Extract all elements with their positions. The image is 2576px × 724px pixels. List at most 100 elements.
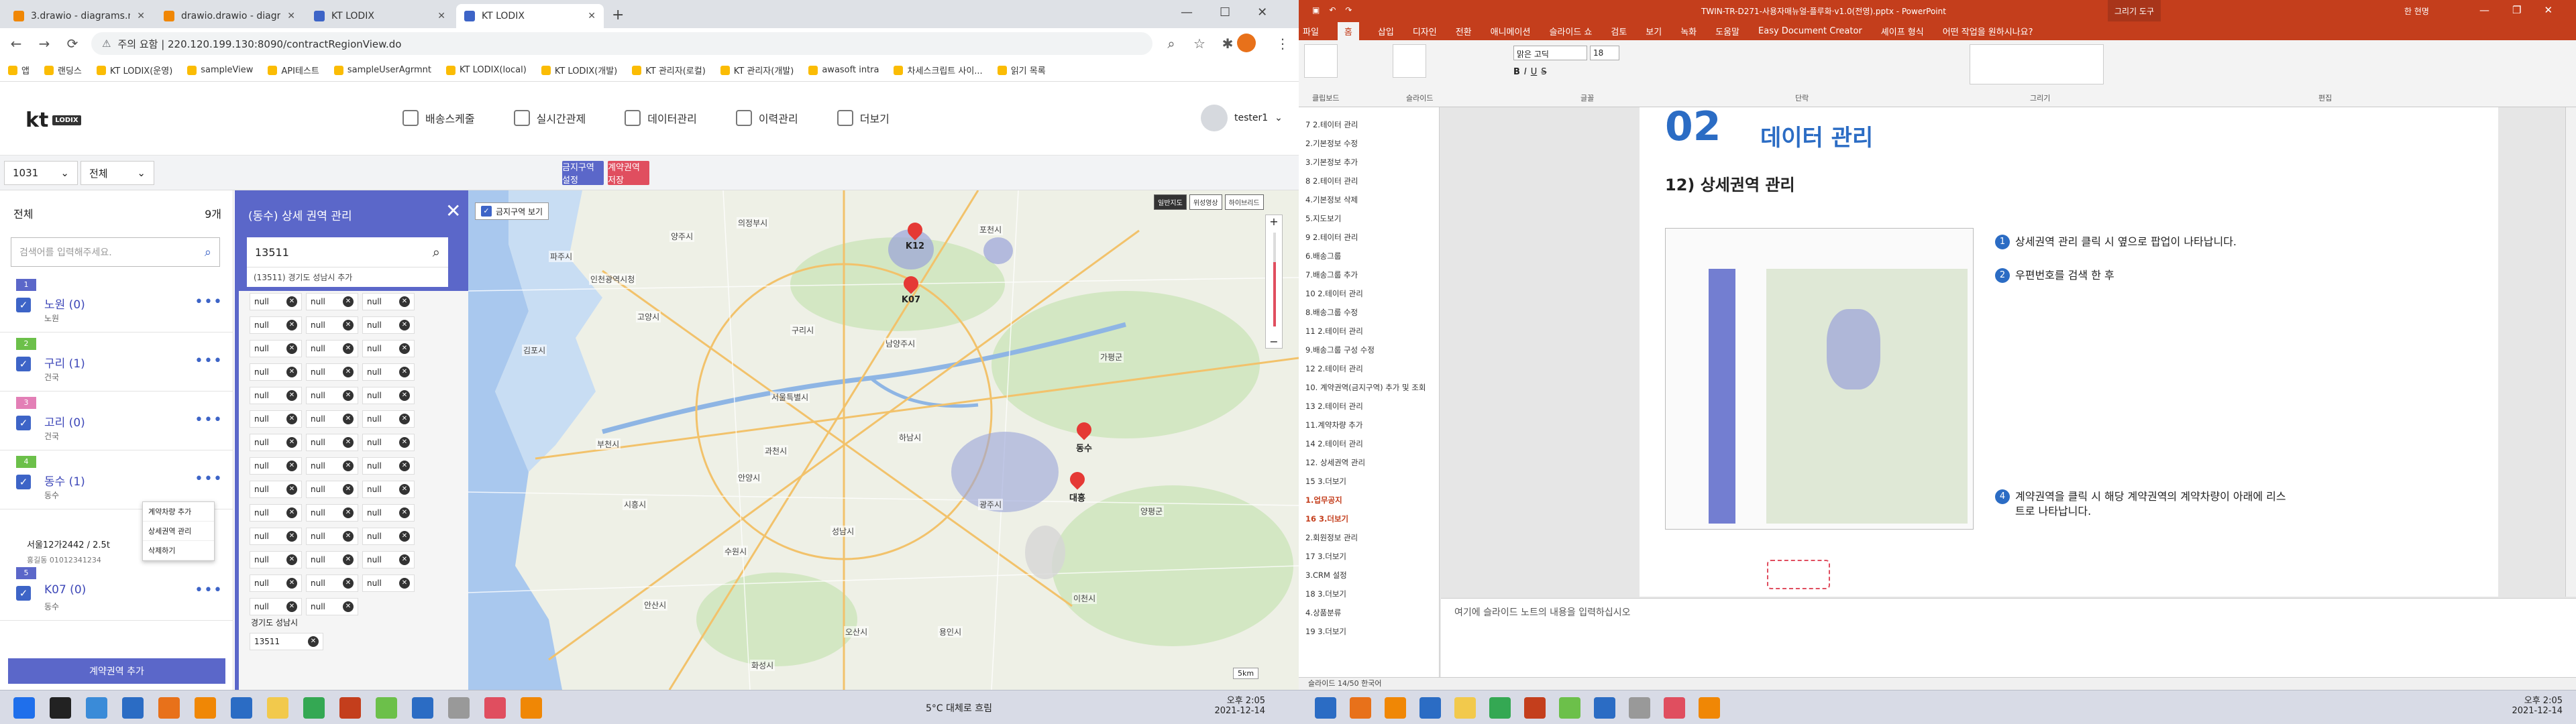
outline-entry[interactable]: 4.상품분류 (1305, 607, 1341, 618)
postcode-chip[interactable]: null ✕ (250, 363, 302, 381)
close-tab-icon[interactable]: ✕ (287, 11, 295, 21)
postcode-chip[interactable]: null ✕ (250, 575, 302, 592)
region-checkbox[interactable]: ✓ (16, 357, 31, 371)
remove-icon[interactable]: ✕ (286, 601, 297, 612)
center-select[interactable]: 1031 ⌄ (4, 161, 78, 185)
outline-entry[interactable]: 5.지도보기 (1305, 213, 1341, 224)
region-list-item[interactable]: 1 ✓ 노원 (0) 노원 ••• (0, 275, 233, 333)
undo-icon[interactable]: ↶ (1329, 5, 1336, 15)
remove-icon[interactable]: ✕ (399, 367, 410, 377)
outline-entry[interactable]: 7 2.테이터 관리 (1305, 119, 1358, 130)
taskbar-app-icon[interactable] (376, 697, 397, 719)
remove-icon[interactable]: ✕ (308, 636, 319, 647)
ribbon-tab[interactable]: 보기 (1646, 25, 1662, 38)
postcode-chip[interactable]: null ✕ (362, 410, 415, 428)
taskbar-app-icon[interactable] (1315, 697, 1336, 719)
remove-icon[interactable]: ✕ (343, 601, 354, 612)
shapes-gallery[interactable] (1970, 44, 2104, 84)
region-checkbox[interactable]: ✓ (16, 586, 31, 601)
slide-step[interactable]: 4 계약권역을 클릭 시 해당 계약권역의 계약차량이 아래에 리스트로 나타납니… (1995, 489, 2290, 519)
postcode-chip[interactable]: null ✕ (306, 387, 358, 404)
remove-icon[interactable]: ✕ (399, 507, 410, 518)
remove-icon[interactable]: ✕ (343, 507, 354, 518)
forbidden-zone-checkbox[interactable]: ✓ 금지구역 보기 (475, 202, 549, 220)
taskbar-app-icon[interactable] (1454, 697, 1476, 719)
search-icon[interactable]: ⌕ (1162, 36, 1181, 52)
remove-icon[interactable]: ✕ (286, 296, 297, 307)
forbidden-zone-settings-button[interactable]: 금지구역 설정 (562, 161, 604, 186)
clock-1[interactable]: 오후 2:05 2021-12-14 (1191, 693, 1265, 716)
current-slide[interactable]: 02 데이터 관리 12) 상세권역 관리 1 상세권역 관리 클릭 시 옆으로 … (1640, 103, 2498, 597)
postcode-chip[interactable]: null ✕ (306, 551, 358, 568)
postcode-chip[interactable]: null ✕ (306, 316, 358, 334)
context-menu-item[interactable]: 상세권역 관리 (143, 522, 214, 541)
ribbon-tab[interactable]: 파일 (1303, 25, 1319, 38)
remove-icon[interactable]: ✕ (399, 437, 410, 448)
postcode-chip[interactable]: null ✕ (306, 410, 358, 428)
map-marker[interactable]: 대흥 (1064, 469, 1091, 503)
remove-icon[interactable]: ✕ (286, 461, 297, 471)
close-tab-icon[interactable]: ✕ (437, 11, 445, 21)
map-marker[interactable]: K12 (902, 219, 928, 251)
restore-icon[interactable]: ❐ (2512, 4, 2521, 16)
main-nav-item[interactable]: 데이터관리 (625, 110, 697, 126)
profile-avatar[interactable] (1237, 34, 1256, 52)
slide-scrollbar[interactable] (2565, 107, 2576, 597)
bookmark-item[interactable]: 차세스크립트 사이... (894, 64, 983, 76)
taskbar-app-icon[interactable] (86, 697, 107, 719)
context-menu-item[interactable]: 삭제하기 (143, 541, 214, 560)
taskbar-app-icon[interactable] (158, 697, 180, 719)
postcode-chip[interactable]: null ✕ (306, 434, 358, 451)
bookmark-item[interactable]: 읽기 목록 (997, 64, 1046, 76)
postcode-chip[interactable]: null ✕ (306, 363, 358, 381)
outline-entry[interactable]: 11.계약차량 추가 (1305, 420, 1362, 430)
postcode-chip[interactable]: null ✕ (250, 457, 302, 475)
postcode-chip[interactable]: null ✕ (306, 340, 358, 357)
extensions-icon[interactable]: ✱ (1218, 36, 1237, 52)
search-icon[interactable]: ⌕ (205, 245, 211, 259)
remove-icon[interactable]: ✕ (286, 343, 297, 354)
font-name-select[interactable]: 맑은 고딕 (1513, 46, 1587, 60)
ribbon-tab[interactable]: 애니메이션 (1491, 25, 1531, 38)
postcode-chip[interactable]: null ✕ (250, 598, 302, 615)
region-checkbox[interactable]: ✓ (16, 416, 31, 430)
close-window-icon[interactable]: ✕ (2544, 4, 2553, 16)
strikethrough-icon[interactable]: S (1541, 67, 1546, 77)
minimize-icon[interactable]: — (2479, 4, 2489, 16)
bookmark-item[interactable]: KT LODIX(운영) (96, 64, 172, 76)
forward-icon[interactable]: → (35, 36, 54, 52)
close-window-icon[interactable]: ✕ (1257, 5, 1267, 19)
user-menu[interactable]: tester1 ⌄ (1201, 105, 1283, 131)
save-icon[interactable]: ▣ (1312, 5, 1320, 15)
postcode-chip[interactable]: null ✕ (306, 528, 358, 545)
taskbar-app-icon[interactable] (1419, 697, 1441, 719)
postcode-chip[interactable]: null ✕ (250, 504, 302, 522)
taskbar-app-icon[interactable] (122, 697, 144, 719)
outline-entry[interactable]: 6.배송그룹 (1305, 251, 1341, 261)
menu-icon[interactable]: ⋮ (1273, 36, 1292, 52)
remove-icon[interactable]: ✕ (343, 578, 354, 589)
bookmark-item[interactable]: awasoft intra (808, 65, 879, 75)
map-type-button[interactable]: 일반지도 (1154, 194, 1187, 210)
remove-icon[interactable]: ✕ (343, 367, 354, 377)
weather-widget[interactable]: 5°C 대체로 흐림 (926, 701, 992, 715)
region-map[interactable]: 인천광역시청 의정부시 양주시 포천시 남양주시 구리시 하남시 성남시 광주시 용인시 수원시 안양… (468, 190, 1299, 690)
address-bar[interactable]: ⚠ 주의 요함 | 220.120.199.130:8090/contractR… (91, 32, 1152, 55)
outline-entry[interactable]: 8 2.테이터 관리 (1305, 176, 1358, 186)
taskbar-app-icon[interactable] (1524, 697, 1546, 719)
remove-icon[interactable]: ✕ (343, 343, 354, 354)
remove-icon[interactable]: ✕ (343, 390, 354, 401)
minimize-icon[interactable]: — (1181, 5, 1193, 19)
taskbar-app-icon[interactable] (1594, 697, 1615, 719)
bookmark-item[interactable]: sampleView (187, 65, 253, 75)
remove-icon[interactable]: ✕ (343, 484, 354, 495)
taskbar-app-icon[interactable] (1489, 697, 1511, 719)
tab-drawio-1[interactable]: 3.drawio - diagrams.net ✕ (5, 4, 153, 28)
ribbon-tab[interactable]: 어떤 작업을 원하시나요? (1943, 25, 2033, 38)
ribbon-tab[interactable]: 디자인 (1413, 25, 1437, 38)
outline-entry[interactable]: 12 2.테이터 관리 (1305, 363, 1363, 374)
taskbar-app-icon[interactable] (13, 697, 35, 719)
taskbar-app-icon[interactable] (231, 697, 252, 719)
region-checkbox[interactable]: ✓ (16, 298, 31, 312)
outline-entry[interactable]: 10. 계약권역(금지구역) 추가 및 조회 (1305, 382, 1426, 393)
